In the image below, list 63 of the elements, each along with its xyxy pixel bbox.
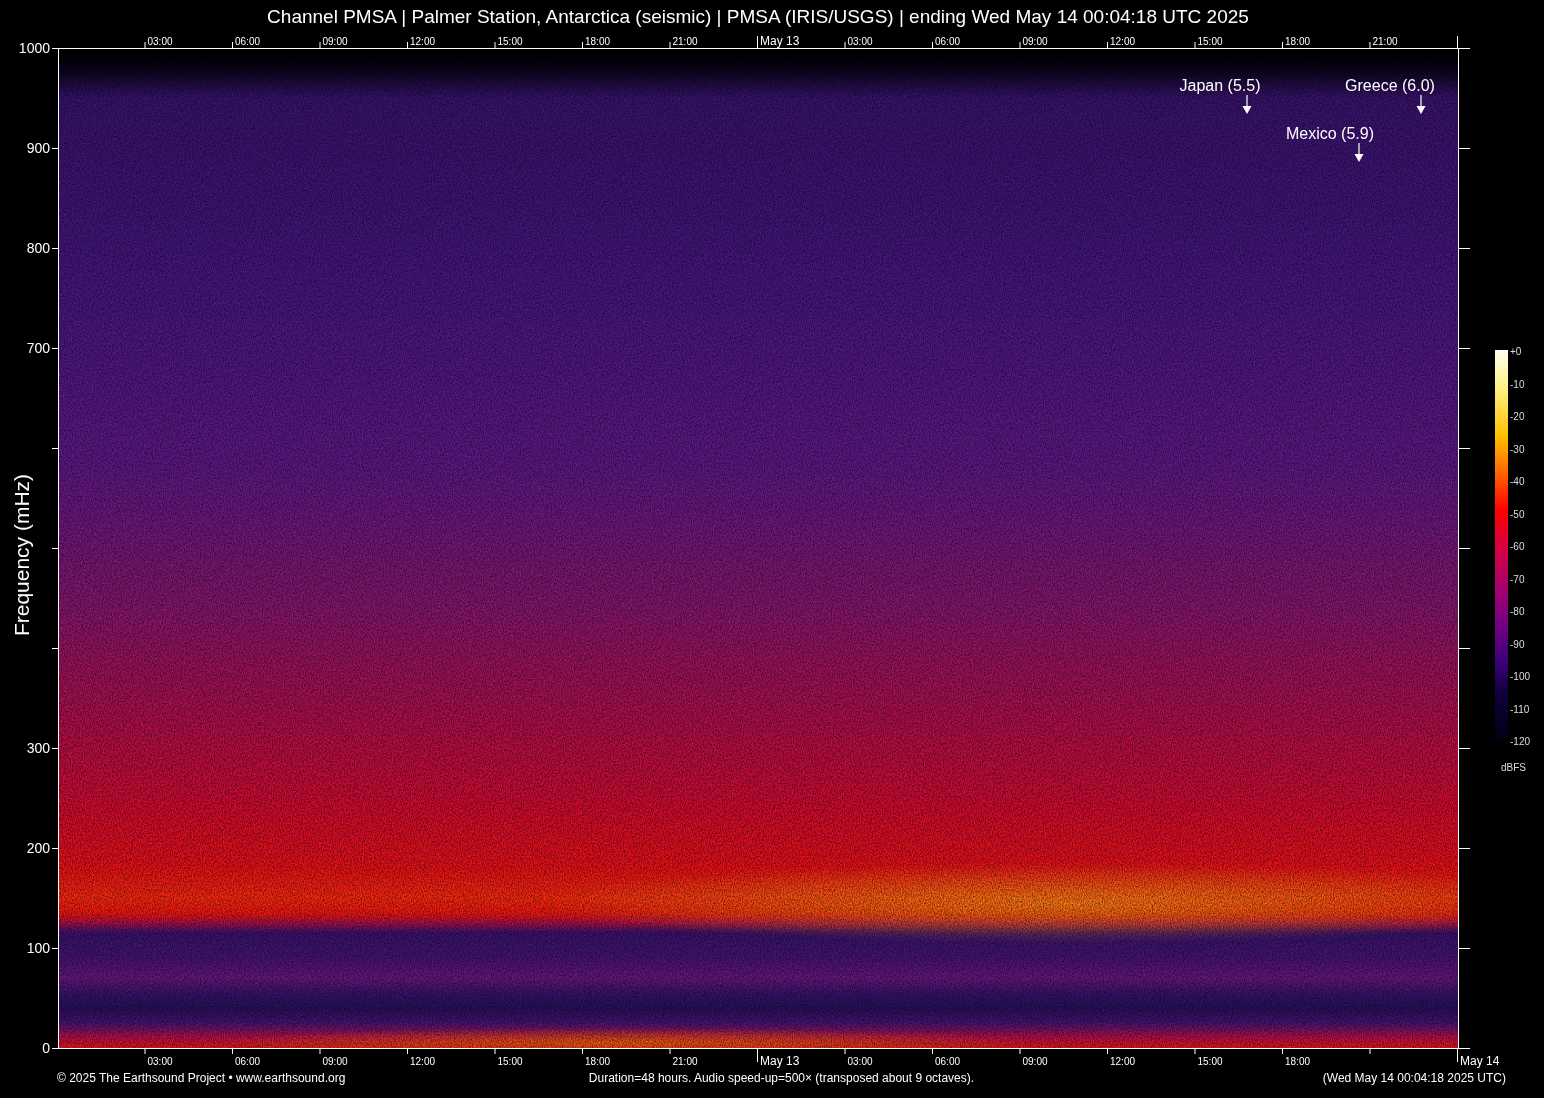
colorbar-unit: dBFS [1501,762,1526,773]
axis-tick-label: 100 [26,940,50,956]
colorbar-label: -70 [1510,573,1525,584]
timestamp-text: (Wed May 14 00:04:18 2025 UTC) [1321,1070,1506,1087]
axis-tick-label: 700 [26,340,50,356]
time-label: 06:00 [935,1055,961,1067]
duration-text: Duration=48 hours. Audio speed-up=500× (transposed about 9 octaves). [588,1070,975,1087]
axis-tick-label: 300 [26,740,50,756]
time-label: 09:00 [322,1055,348,1067]
time-label: 09:00 [1022,1055,1048,1067]
time-label: 03:00 [847,1055,873,1067]
time-label: 21:00 [672,35,698,47]
colorbar-label: -60 [1510,540,1525,552]
event-label: Japan (5.5) [1179,77,1261,95]
time-label: 12:00 [1110,1055,1136,1067]
time-label: May 13 [760,1054,800,1068]
chart-title: Channel PMSA | Palmer Station, Antarctica (seismic) | PMSA (IRIS/USGS) | ending Wed May 14 00:04:18 UTC 2025 [267,5,1249,29]
time-label: 15:00 [497,1055,523,1067]
time-label: 12:00 [1110,35,1136,47]
colorbar-label: -80 [1510,605,1525,617]
time-label: 15:00 [497,35,523,47]
colorbar-label: +0 [1510,345,1522,357]
credit-text: © 2025 The Earthsound Project • www.earthsound.org [57,1070,347,1087]
colorbar-label: -10 [1510,378,1525,389]
event-label: Greece (6.0) [1345,77,1435,95]
axis-tick-label: 900 [26,140,50,156]
colorbar-label: -40 [1510,475,1525,487]
colorbar-label: -50 [1510,508,1525,519]
axis-title: Frequency (mHz) [10,473,34,637]
colorbar-label: -20 [1510,410,1525,422]
axis-tick-label: 1000 [18,40,50,56]
colorbar-label: -30 [1510,443,1525,454]
time-label: 12:00 [410,35,436,47]
down-arrow-icon [1354,143,1364,162]
time-label: 18:00 [1285,35,1311,47]
time-label: 21:00 [1372,35,1398,47]
time-label: 09:00 [1022,35,1048,47]
time-label: 06:00 [235,1055,261,1067]
time-label: May 14 [1460,1054,1500,1068]
down-arrow-icon [1242,95,1252,114]
time-label: 03:00 [147,35,173,47]
time-label: 09:00 [322,35,348,47]
time-label: 03:00 [847,35,873,47]
time-label: 15:00 [1197,1055,1223,1067]
colorbar-label: -120 [1510,735,1530,747]
event-label: Mexico (5.9) [1286,125,1374,143]
time-label: May 13 [760,34,800,48]
time-label: 18:00 [585,1055,611,1067]
axis-tick-label: 0 [42,1040,50,1056]
colorbar-label: -110 [1510,703,1530,714]
down-arrow-icon [1416,95,1426,114]
time-label: 15:00 [1197,35,1223,47]
axis-tick-label: 800 [26,240,50,256]
time-label: 18:00 [1285,1055,1311,1067]
colorbar-label: -90 [1510,638,1525,649]
time-label: 12:00 [410,1055,436,1067]
time-label: 21:00 [672,1055,698,1067]
time-label: 03:00 [147,1055,173,1067]
colorbar-label: -100 [1510,670,1530,682]
time-label: 06:00 [235,35,261,47]
time-label: 18:00 [585,35,611,47]
time-label: 06:00 [935,35,961,47]
axis-tick-label: 200 [26,840,50,856]
